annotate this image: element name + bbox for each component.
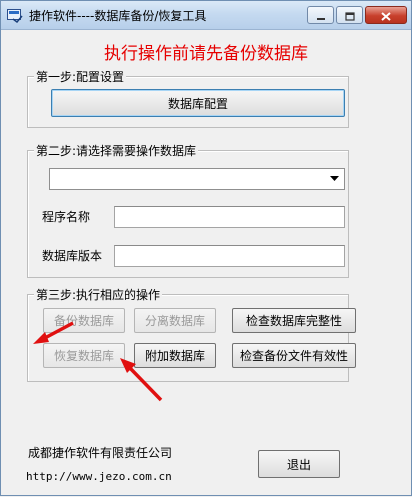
chevron-down-icon[interactable] [326, 170, 343, 188]
step1-legend: 第一步:配置设置 [34, 68, 127, 85]
database-select[interactable] [49, 168, 345, 190]
maximize-button[interactable] [336, 6, 363, 24]
minimize-icon [316, 6, 326, 25]
step2-legend: 第二步:请选择需要操作数据库 [34, 142, 199, 159]
db-version-field[interactable] [114, 245, 345, 267]
close-icon [381, 6, 391, 25]
check-backup-file-button[interactable]: 检查备份文件有效性 [232, 343, 356, 368]
minimize-button[interactable] [307, 6, 334, 24]
db-version-label: 数据库版本 [42, 249, 103, 263]
title-bar[interactable]: 捷作软件----数据库备份/恢复工具 [1, 1, 411, 30]
detach-database-button[interactable]: 分离数据库 [134, 308, 216, 333]
company-url: http://www.jezo.com.cn [26, 470, 172, 483]
program-name-field[interactable] [114, 206, 345, 228]
window-title: 捷作软件----数据库备份/恢复工具 [29, 9, 207, 23]
check-integrity-button[interactable]: 检查数据库完整性 [232, 308, 356, 333]
step3-legend: 第三步:执行相应的操作 [34, 286, 163, 303]
maximize-icon [344, 6, 355, 25]
attach-database-button[interactable]: 附加数据库 [134, 343, 216, 368]
exit-button[interactable]: 退出 [258, 450, 340, 478]
close-button[interactable] [365, 6, 407, 24]
database-config-button[interactable]: 数据库配置 [51, 89, 345, 117]
backup-warning: 执行操作前请先备份数据库 [104, 44, 308, 64]
app-icon [7, 8, 23, 24]
backup-database-button[interactable]: 备份数据库 [43, 308, 125, 333]
company-name: 成都捷作软件有限责任公司 [28, 446, 173, 460]
app-window: 捷作软件----数据库备份/恢复工具 执行操作前请先备份数据库 第一步:配置设置… [0, 0, 412, 496]
program-name-label: 程序名称 [42, 210, 91, 224]
restore-database-button[interactable]: 恢复数据库 [43, 343, 125, 368]
